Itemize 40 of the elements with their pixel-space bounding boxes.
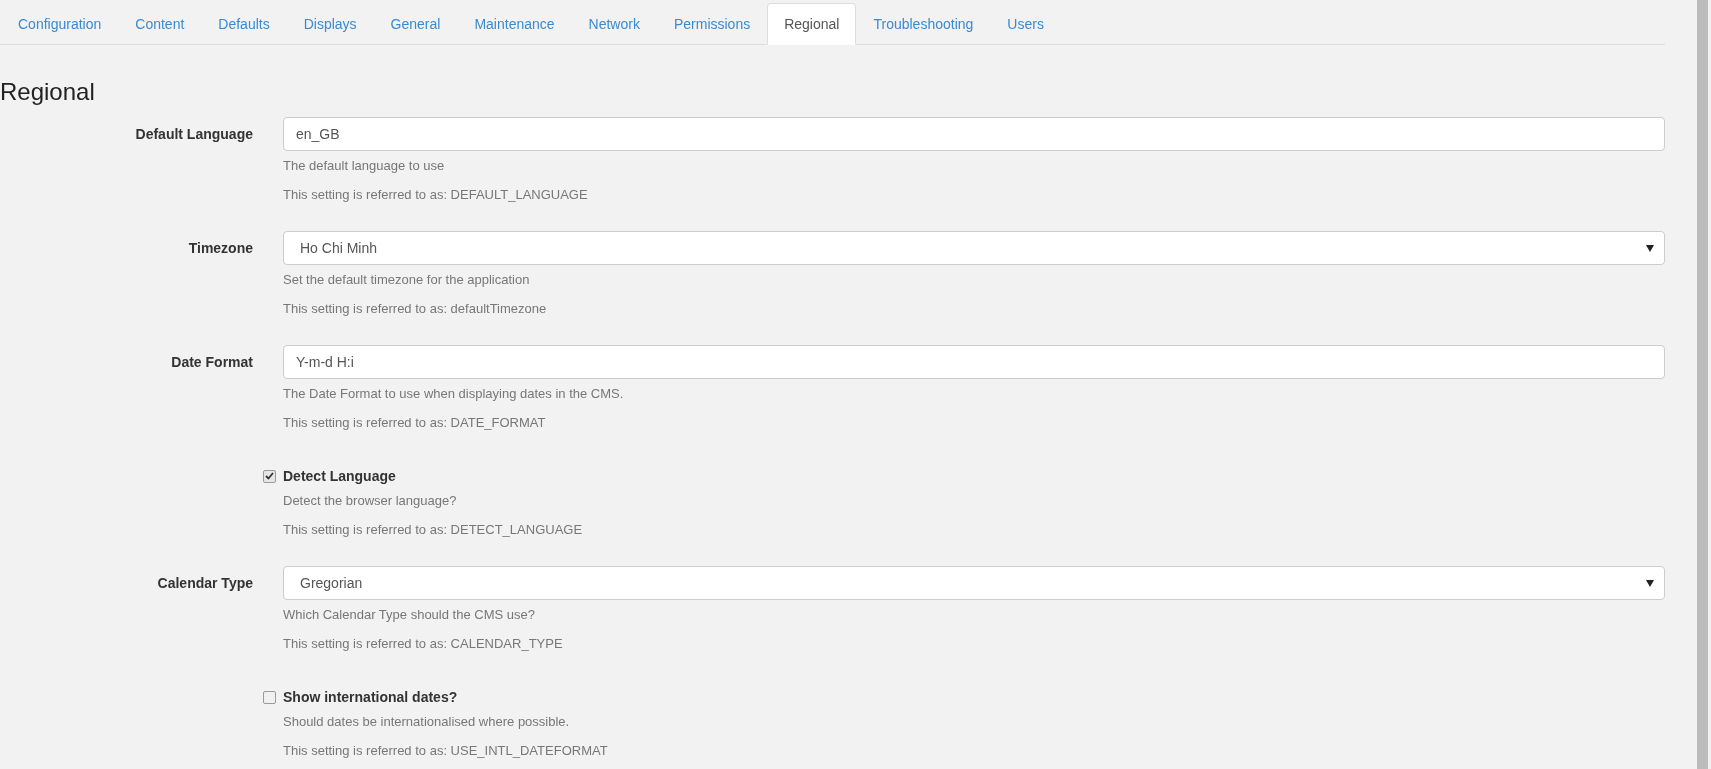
dropdown-field[interactable]: Ho Chi Minh <box>283 231 1665 265</box>
checkbox[interactable] <box>263 469 276 483</box>
field-label: Date Format <box>171 353 253 372</box>
tab[interactable]: Configuration <box>1 3 119 45</box>
checkbox-label: Show international dates? <box>283 687 458 707</box>
tab[interactable]: Maintenance <box>457 3 572 45</box>
setting-reference-text: This setting is referred to as: DETECT_LANGUAGE <box>283 521 583 539</box>
tab[interactable]: Content <box>118 3 202 45</box>
tab[interactable]: Permissions <box>656 3 768 45</box>
dropdown-caret-icon <box>1646 244 1654 252</box>
checkmark-icon <box>265 472 274 480</box>
help-text: Which Calendar Type should the CMS use? <box>283 606 535 624</box>
input-field[interactable]: en_GB <box>283 117 1665 151</box>
checkbox-label: Detect Language <box>283 466 396 486</box>
tab[interactable]: General <box>373 3 458 45</box>
tab[interactable]: Regional <box>767 3 857 45</box>
tab[interactable]: Users <box>990 3 1061 45</box>
field-label: Default Language <box>135 125 253 144</box>
dropdown-field[interactable]: Gregorian <box>283 566 1665 600</box>
tab[interactable]: Troubleshooting <box>856 3 991 45</box>
help-text: The default language to use <box>283 157 445 175</box>
tab[interactable]: Defaults <box>201 3 287 45</box>
setting-reference-text: This setting is referred to as: USE_INTL_DATEFORMAT <box>283 742 608 760</box>
page-heading: Regional <box>0 77 95 107</box>
setting-reference-text: This setting is referred to as: DATE_FORMAT <box>283 414 546 432</box>
field-label: Timezone <box>188 239 253 258</box>
input-field[interactable]: Y-m-d H:i <box>283 345 1665 379</box>
setting-reference-text: This setting is referred to as: defaultTimezone <box>283 300 547 318</box>
setting-reference-text: This setting is referred to as: CALENDAR_TYPE <box>283 635 563 653</box>
tab[interactable]: Displays <box>286 3 374 45</box>
field-label: Calendar Type <box>157 574 253 593</box>
help-text: The Date Format to use when displaying dates in the CMS. <box>283 385 624 403</box>
setting-reference-text: This setting is referred to as: DEFAULT_LANGUAGE <box>283 186 588 204</box>
scrollbar[interactable] <box>1697 0 1708 769</box>
dropdown-caret-icon <box>1646 579 1654 587</box>
help-text: Detect the browser language? <box>283 492 457 510</box>
help-text: Should dates be internationalised where possible. <box>283 713 570 731</box>
tab[interactable]: Network <box>571 3 657 45</box>
checkbox[interactable] <box>263 690 276 704</box>
help-text: Set the default timezone for the application <box>283 271 530 289</box>
